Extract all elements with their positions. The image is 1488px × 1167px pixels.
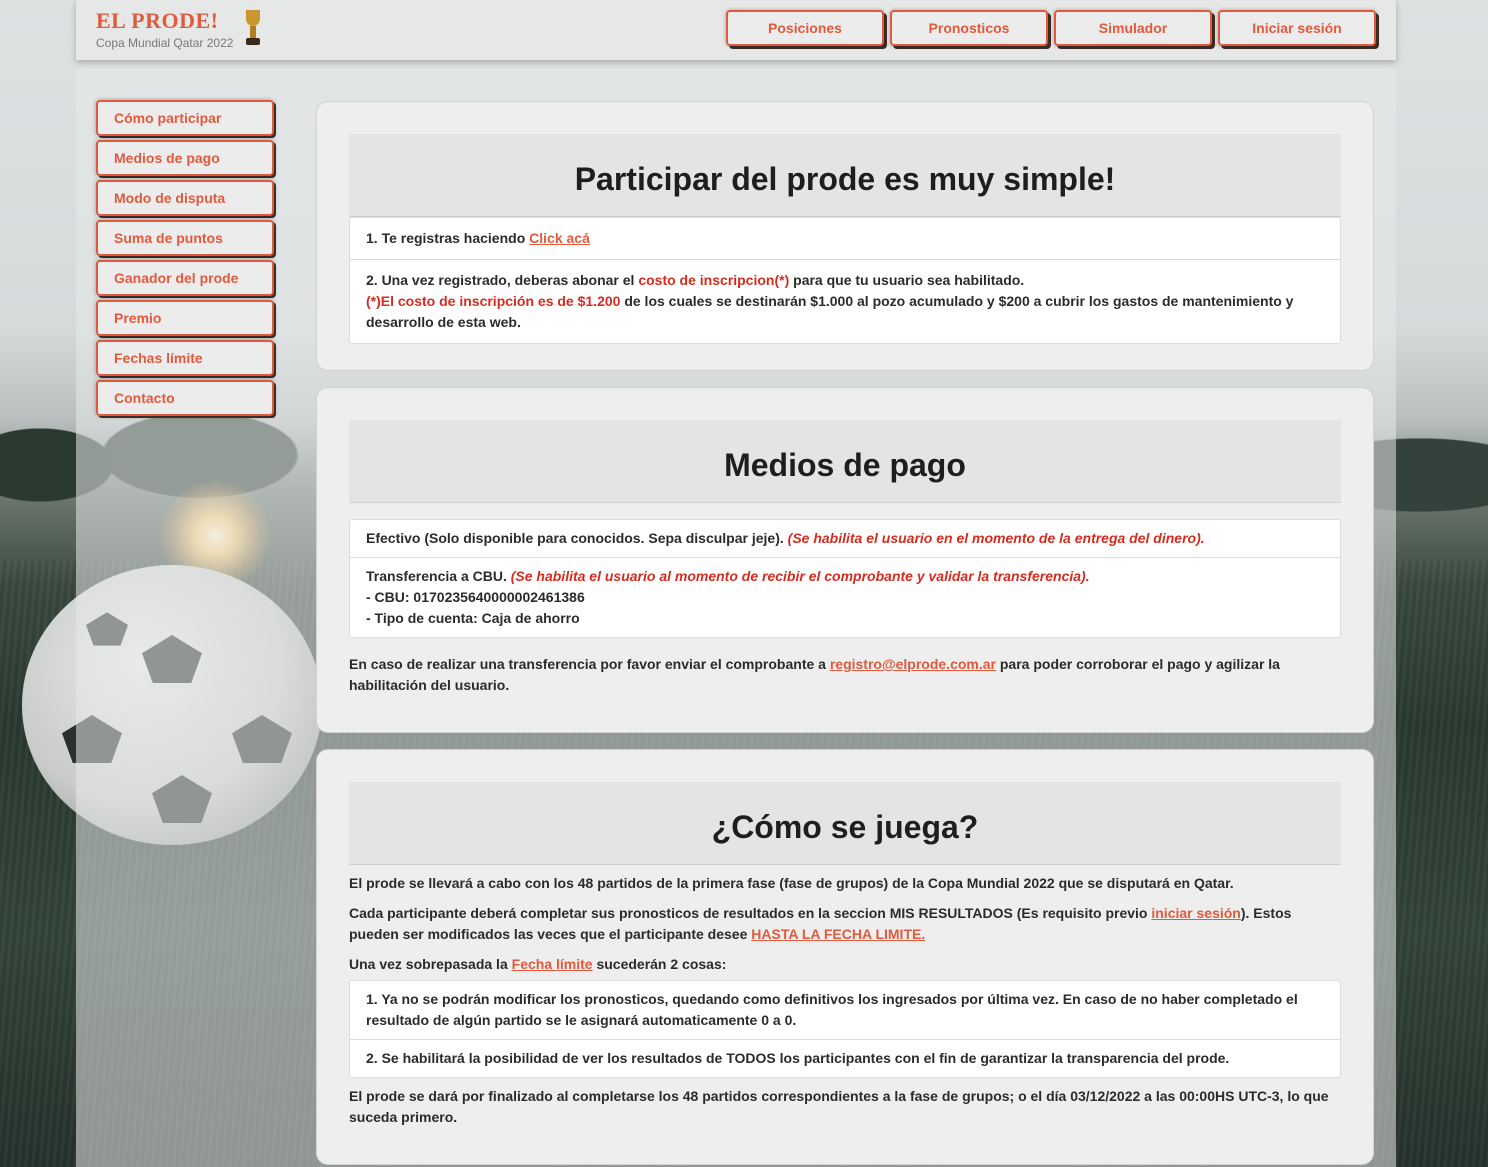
list-item: Efectivo (Solo disponible para conocidos… [350, 520, 1340, 557]
step1-text: 1. Te registras haciendo [366, 230, 530, 246]
email-link[interactable]: registro@elprode.com.ar [830, 656, 996, 672]
list-item: 1. Te registras haciendo Click acá [350, 218, 1340, 259]
participar-steps: 1. Te registras haciendo Click acá 2. Un… [349, 217, 1341, 344]
sidebar-item-suma-de-puntos[interactable]: Suma de puntos [96, 220, 274, 256]
como-se-juega-card: ¿Cómo se juega? El prode se llevará a ca… [316, 749, 1374, 1165]
efectivo-note: (Se habilita el usuario en el momento de… [787, 530, 1205, 546]
transfer-note: (Se habilita el usuario al momento de re… [510, 568, 1090, 584]
tipo-cuenta-line: - Tipo de cuenta: Caja de ahorro [366, 610, 580, 626]
fecha-limite-link[interactable]: HASTA LA FECHA LIMITE. [751, 926, 925, 942]
nav-posiciones-button[interactable]: Posiciones [726, 10, 884, 46]
p3-text-b: sucederán 2 cosas: [592, 956, 727, 972]
juega-title: ¿Cómo se juega? [349, 782, 1341, 865]
top-bar: EL PRODE! Copa Mundial Qatar 2022 Posici… [76, 0, 1396, 60]
juega-list: 1. Ya no se podrán modificar los pronost… [349, 980, 1341, 1078]
medios-card: Medios de pago Efectivo (Solo disponible… [316, 387, 1374, 733]
list-item: 1. Ya no se podrán modificar los pronost… [366, 991, 1298, 1028]
nav-simulador-button[interactable]: Simulador [1054, 10, 1212, 46]
participar-title: Participar del prode es muy simple! [349, 134, 1341, 217]
medios-list: Efectivo (Solo disponible para conocidos… [349, 519, 1341, 638]
juega-p2: Cada participante deberá completar sus p… [349, 903, 1341, 945]
juega-p4: El prode se dará por finalizado al compl… [349, 1088, 1329, 1125]
nav-login-button[interactable]: Iniciar sesión [1218, 10, 1376, 46]
logo-title: EL PRODE! [96, 8, 219, 33]
fecha-limite-link-2[interactable]: Fecha límite [512, 956, 593, 972]
sidebar-item-ganador[interactable]: Ganador del prode [96, 260, 274, 296]
cost-note-red: (*)El costo de inscripción es de $1.200 [366, 293, 621, 309]
trophy-icon [244, 10, 262, 46]
site-logo[interactable]: EL PRODE! Copa Mundial Qatar 2022 [96, 8, 260, 50]
cbu-line: - CBU: 0170235640000002461386 [366, 589, 585, 605]
medios-title: Medios de pago [349, 420, 1341, 503]
register-link[interactable]: Click acá [529, 230, 590, 246]
medios-footer: En caso de realizar una transferencia po… [349, 654, 1341, 696]
step2-text-a: 2. Una vez registrado, deberas abonar el [366, 272, 639, 288]
p3-text-a: Una vez sobrepasada la [349, 956, 512, 972]
sidebar-item-como-participar[interactable]: Cómo participar [96, 100, 274, 136]
logo-subtitle: Copa Mundial Qatar 2022 [96, 36, 234, 50]
sidebar: Cómo participar Medios de pago Modo de d… [96, 100, 274, 420]
transfer-text: Transferencia a CBU. [366, 568, 511, 584]
sidebar-item-modo-de-disputa[interactable]: Modo de disputa [96, 180, 274, 216]
efectivo-text: Efectivo (Solo disponible para conocidos… [366, 530, 788, 546]
p2-text-a: Cada participante deberá completar sus p… [349, 905, 1152, 921]
sidebar-item-premio[interactable]: Premio [96, 300, 274, 336]
juega-p3: Una vez sobrepasada la Fecha límite suce… [349, 954, 1341, 975]
list-item: 2. Se habilitará la posibilidad de ver l… [350, 1039, 1340, 1077]
list-item: Transferencia a CBU. (Se habilita el usu… [350, 557, 1340, 637]
nav-pronosticos-button[interactable]: Pronosticos [890, 10, 1048, 46]
participar-card: Participar del prode es muy simple! 1. T… [316, 101, 1374, 371]
sidebar-item-medios-de-pago[interactable]: Medios de pago [96, 140, 274, 176]
juega-p1: El prode se llevará a cabo con los 48 pa… [349, 875, 1234, 891]
list-item: 2. Una vez registrado, deberas abonar el… [350, 259, 1340, 343]
top-nav: Posiciones Pronosticos Simulador Iniciar… [726, 10, 1376, 46]
sidebar-item-fechas-limite[interactable]: Fechas límite [96, 340, 274, 376]
cost-highlight: costo de inscripcion(*) [638, 272, 790, 288]
footer-text-a: En caso de realizar una transferencia po… [349, 656, 830, 672]
login-link[interactable]: iniciar sesión [1151, 905, 1240, 921]
sidebar-item-contacto[interactable]: Contacto [96, 380, 274, 416]
step2-text-b: para que tu usuario sea habilitado. [789, 272, 1025, 288]
